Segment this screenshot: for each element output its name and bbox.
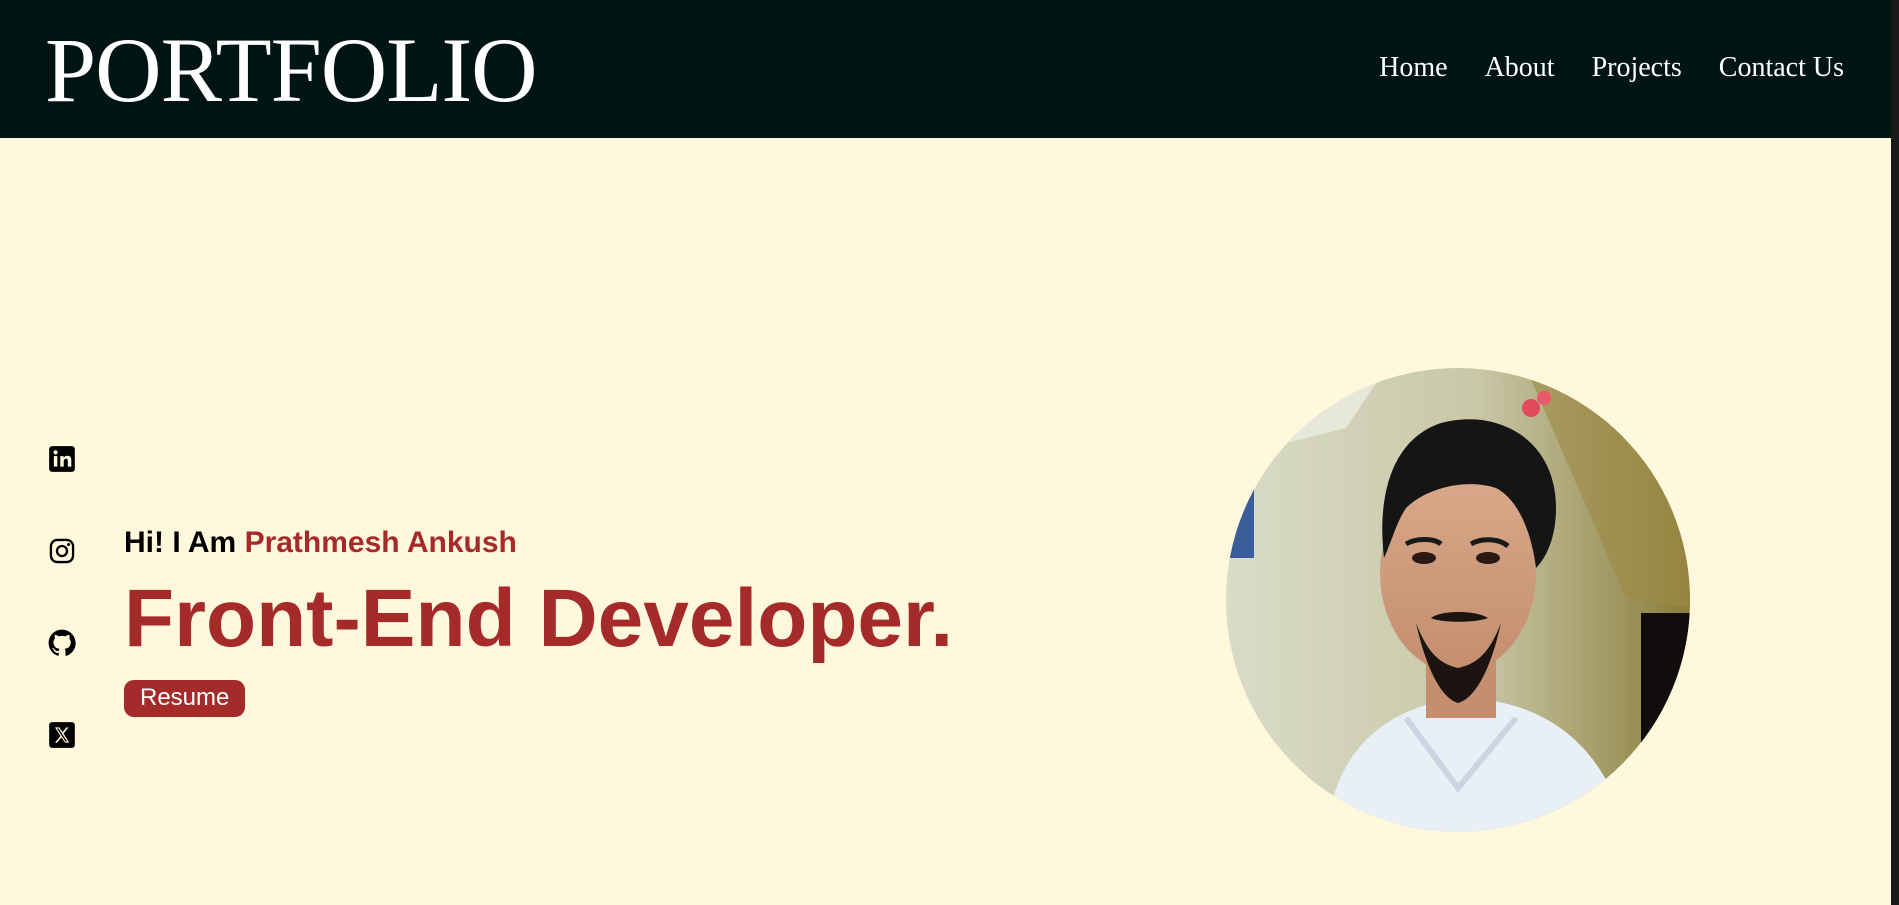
greeting-line: Hi! I Am Prathmesh Ankush bbox=[124, 524, 953, 562]
nav-home-link[interactable]: Home bbox=[1379, 50, 1447, 86]
nav-about-link[interactable]: About bbox=[1485, 50, 1555, 86]
linkedin-glyph bbox=[49, 446, 75, 472]
main-nav: Home About Projects Contact Us bbox=[1379, 50, 1844, 86]
role-title: Front-End Developer. bbox=[124, 573, 954, 664]
instagram-glyph bbox=[49, 538, 75, 564]
window-scrollbar[interactable] bbox=[1891, 0, 1899, 905]
resume-button[interactable]: Resume bbox=[124, 680, 246, 717]
instagram-icon[interactable] bbox=[48, 537, 76, 565]
profile-photo bbox=[1226, 368, 1690, 832]
x-twitter-icon[interactable] bbox=[48, 721, 76, 749]
site-logo[interactable]: PORTFOLIO bbox=[45, 20, 538, 120]
github-icon[interactable] bbox=[48, 629, 76, 657]
x-glyph bbox=[49, 722, 75, 748]
linkedin-icon[interactable] bbox=[48, 445, 76, 473]
person-name: Prathmesh Ankush bbox=[244, 526, 517, 559]
github-glyph bbox=[48, 629, 76, 656]
greeting-text: Hi! I Am bbox=[124, 526, 245, 559]
hero-intro: Hi! I Am Prathmesh Ankush Front-End Deve… bbox=[124, 524, 953, 717]
profile-photo-illustration bbox=[1226, 368, 1690, 832]
top-navbar: PORTFOLIO Home About Projects Contact Us bbox=[0, 0, 1891, 138]
nav-contact-link[interactable]: Contact Us bbox=[1719, 50, 1844, 86]
nav-projects-link[interactable]: Projects bbox=[1592, 50, 1682, 86]
